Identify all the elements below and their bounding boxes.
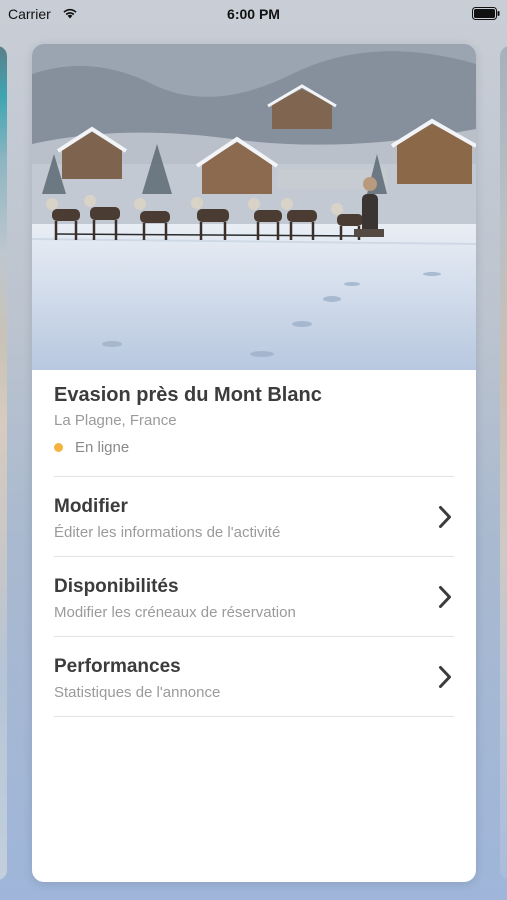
menu-item-title: Disponibilités <box>54 576 179 597</box>
chevron-right-icon <box>439 666 451 688</box>
chevron-right-icon <box>439 586 451 608</box>
status-time: 6:00 PM <box>227 6 280 22</box>
activity-card: Evasion près du Mont Blanc La Plagne, Fr… <box>32 44 476 882</box>
menu-item-modifier[interactable]: Modifier Éditer les informations de l'ac… <box>54 476 454 556</box>
menu-item-title: Modifier <box>54 496 128 517</box>
menu-item-performances[interactable]: Performances Statistiques de l'annonce <box>54 636 454 717</box>
status-dot-icon <box>54 442 63 452</box>
menu-item-title: Performances <box>54 656 181 677</box>
activity-location: La Plagne, France <box>54 412 177 429</box>
battery-icon <box>472 7 500 20</box>
menu-item-subtitle: Statistiques de l'annonce <box>54 684 221 701</box>
menu-item-subtitle: Éditer les informations de l'activité <box>54 524 281 541</box>
activity-info: Evasion près du Mont Blanc La Plagne, Fr… <box>54 382 454 457</box>
status-label: En ligne <box>75 438 130 456</box>
menu-item-disponibilites[interactable]: Disponibilités Modifier les créneaux de … <box>54 556 454 636</box>
previous-card-peek[interactable] <box>0 46 7 880</box>
chevron-right-icon <box>439 506 451 528</box>
activity-photo <box>32 44 476 370</box>
status-bar: Carrier 6:00 PM <box>0 0 507 30</box>
activity-title: Evasion près du Mont Blanc <box>54 384 322 406</box>
next-card-peek[interactable] <box>500 46 507 880</box>
activity-menu: Modifier Éditer les informations de l'ac… <box>54 476 454 717</box>
status-row: En ligne <box>54 437 454 457</box>
menu-item-subtitle: Modifier les créneaux de réservation <box>54 604 296 621</box>
